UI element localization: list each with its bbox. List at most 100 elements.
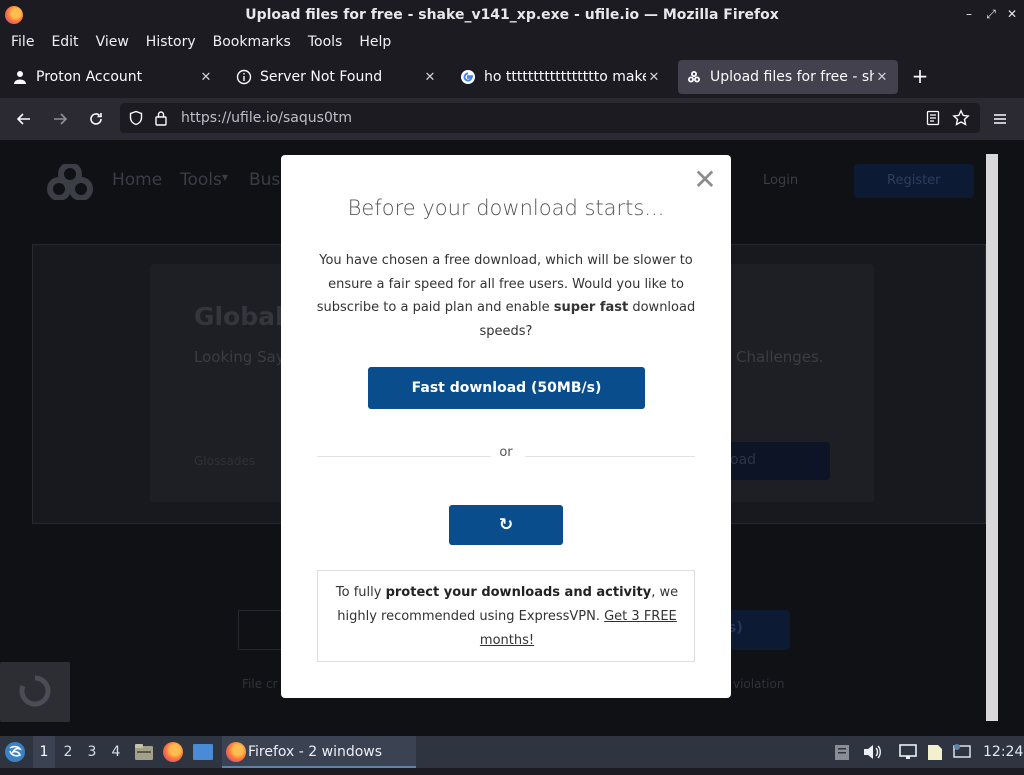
window-title: Upload files for free - shake_v141_xp.ex… bbox=[245, 7, 779, 23]
workspace-1[interactable]: 1 bbox=[33, 736, 55, 768]
site-register-label: Register bbox=[887, 173, 941, 188]
modal-title: Before your download starts... bbox=[347, 196, 665, 220]
hero-subtitle-right: Challenges. bbox=[736, 348, 824, 366]
clock[interactable]: 12:24 bbox=[983, 736, 1023, 768]
url-bar[interactable]: https://ufile.io/saqus0tm bbox=[120, 103, 980, 133]
firefox-launcher[interactable] bbox=[163, 736, 187, 768]
close-window-button[interactable]: ✕ bbox=[1005, 7, 1019, 21]
close-tab-icon[interactable]: ✕ bbox=[422, 70, 438, 85]
free-download-button[interactable]: ↻ bbox=[449, 505, 563, 545]
close-tab-icon[interactable]: ✕ bbox=[646, 70, 662, 85]
url-host: https://ufile.io bbox=[181, 110, 279, 126]
window-titlebar: Upload files for free - shake_v141_xp.ex… bbox=[0, 0, 1024, 30]
desktop-icon bbox=[193, 744, 213, 760]
bookmark-star-icon[interactable] bbox=[952, 109, 970, 127]
or-separator: or bbox=[499, 445, 513, 460]
file-manager-icon bbox=[135, 744, 153, 760]
recaptcha-badge[interactable] bbox=[0, 662, 70, 722]
workspace-2[interactable]: 2 bbox=[57, 736, 79, 768]
site-nav-home[interactable]: Home bbox=[112, 170, 162, 190]
workspace-4[interactable]: 4 bbox=[105, 736, 127, 768]
download-modal: ✕ Before your download starts... You hav… bbox=[281, 155, 731, 698]
modal-close-button[interactable]: ✕ bbox=[692, 166, 718, 194]
ufile-icon bbox=[686, 69, 702, 85]
footer-right-text: violation bbox=[733, 677, 785, 691]
menu-edit[interactable]: Edit bbox=[44, 34, 85, 50]
page-scrollbar[interactable] bbox=[986, 154, 998, 721]
tab-label: Upload files for free - sha bbox=[710, 69, 874, 85]
update-tray[interactable] bbox=[952, 736, 974, 768]
vpn-text-part1: To fully bbox=[335, 585, 386, 600]
maximize-button[interactable]: ⤢ bbox=[984, 7, 998, 22]
tab-google-search[interactable]: ho ttttttttttttttttto make ✕ bbox=[452, 60, 670, 94]
tab-label: Server Not Found bbox=[260, 69, 383, 85]
taskbar-firefox-task[interactable]: Firefox - 2 windows bbox=[222, 736, 416, 768]
menu-file[interactable]: File bbox=[4, 34, 41, 50]
desktop-launcher[interactable] bbox=[192, 736, 216, 768]
url-text[interactable]: https://ufile.io/saqus0tm bbox=[181, 110, 352, 126]
back-button[interactable] bbox=[12, 107, 36, 131]
info-icon bbox=[236, 69, 252, 85]
divider-right bbox=[525, 456, 695, 457]
hero-download-label: oad bbox=[730, 452, 757, 468]
tab-server-not-found[interactable]: Server Not Found ✕ bbox=[228, 60, 446, 94]
google-icon bbox=[460, 69, 476, 85]
volume-icon bbox=[864, 745, 881, 759]
files-launcher[interactable] bbox=[134, 736, 156, 768]
lock-icon[interactable] bbox=[154, 110, 168, 126]
site-login-link[interactable]: Login bbox=[763, 173, 798, 188]
vpn-text: To fully protect your downloads and acti… bbox=[330, 581, 684, 653]
navigation-bar: https://ufile.io/saqus0tm bbox=[0, 98, 1024, 140]
clipboard-tray[interactable] bbox=[834, 736, 854, 768]
hamburger-icon bbox=[994, 114, 1006, 124]
tab-label: ho ttttttttttttttttto make bbox=[484, 69, 646, 85]
site-register-button[interactable]: Register bbox=[854, 164, 974, 198]
footer-left-text: File cr bbox=[242, 677, 278, 691]
start-menu-button[interactable] bbox=[4, 736, 28, 768]
tab-proton-account[interactable]: Proton Account ✕ bbox=[4, 60, 222, 94]
tab-bar: Proton Account ✕ Server Not Found ✕ ho t… bbox=[0, 56, 1024, 98]
shield-icon[interactable] bbox=[128, 110, 144, 126]
task-label: Firefox - 2 windows bbox=[248, 744, 383, 760]
chevron-down-icon: ▾ bbox=[222, 170, 229, 184]
menu-bar: File Edit View History Bookmarks Tools H… bbox=[0, 30, 1024, 54]
monitor-update-icon bbox=[953, 744, 971, 758]
site-nav-business[interactable]: Bus bbox=[249, 170, 280, 190]
forward-button[interactable] bbox=[48, 107, 72, 131]
refresh-icon: ↻ bbox=[498, 515, 514, 535]
ufile-logo-icon bbox=[47, 164, 93, 200]
menu-tools[interactable]: Tools bbox=[301, 34, 350, 50]
reload-button[interactable] bbox=[84, 107, 108, 131]
arrow-right-icon bbox=[54, 113, 68, 125]
modal-description: You have chosen a free download, which w… bbox=[316, 249, 696, 343]
person-icon bbox=[12, 69, 28, 85]
notes-icon bbox=[928, 745, 942, 760]
app-menu-button[interactable] bbox=[988, 107, 1012, 131]
network-tray[interactable] bbox=[898, 736, 920, 768]
fast-download-button[interactable]: Fast download (50MB/s) bbox=[368, 367, 645, 409]
recaptcha-icon bbox=[19, 675, 51, 707]
tab-label: Proton Account bbox=[36, 69, 143, 85]
reader-view-icon[interactable] bbox=[925, 110, 941, 126]
menu-help[interactable]: Help bbox=[352, 34, 398, 50]
network-icon bbox=[899, 744, 917, 759]
close-tab-icon[interactable]: ✕ bbox=[198, 70, 214, 85]
tab-ufile-upload[interactable]: Upload files for free - sha ✕ bbox=[678, 60, 898, 94]
modal-desc-bold: super fast bbox=[553, 300, 629, 315]
menu-bookmarks[interactable]: Bookmarks bbox=[206, 34, 298, 50]
site-nav-tools[interactable]: Tools bbox=[180, 170, 222, 190]
hero-title: Global bbox=[194, 302, 284, 331]
menu-view[interactable]: View bbox=[89, 34, 136, 50]
arrow-left-icon bbox=[16, 113, 30, 125]
hero-footnote: Glossades bbox=[194, 454, 256, 468]
menu-history[interactable]: History bbox=[139, 34, 203, 50]
firefox-icon bbox=[163, 742, 183, 762]
close-tab-icon[interactable]: ✕ bbox=[874, 70, 890, 85]
notes-tray[interactable] bbox=[926, 736, 948, 768]
minimize-button[interactable]: – bbox=[962, 7, 976, 21]
clipboard-icon bbox=[835, 745, 849, 760]
url-path: /saqus0tm bbox=[278, 110, 352, 126]
new-tab-button[interactable]: + bbox=[908, 64, 932, 88]
volume-tray[interactable] bbox=[862, 736, 884, 768]
workspace-3[interactable]: 3 bbox=[81, 736, 103, 768]
